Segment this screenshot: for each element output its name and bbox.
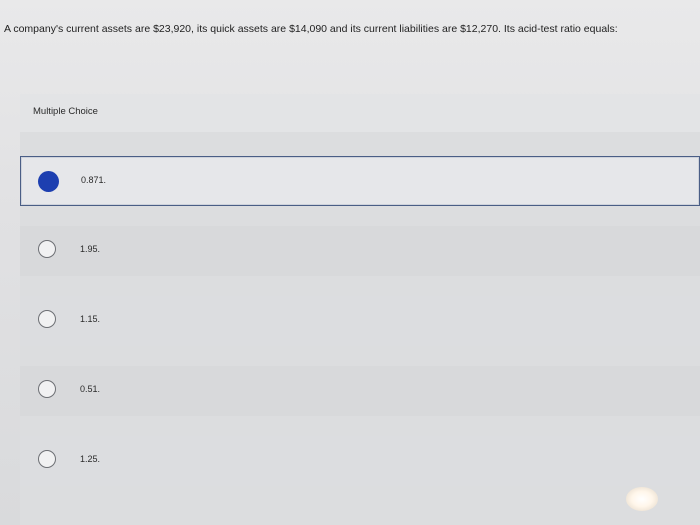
- choice-label: 1.15.: [80, 314, 101, 324]
- multiple-choice-header: Multiple Choice: [20, 94, 700, 132]
- radio-unselected-icon[interactable]: [38, 380, 56, 398]
- choice-option-3[interactable]: 1.15.: [20, 296, 700, 346]
- multiple-choice-label: Multiple Choice: [33, 106, 98, 117]
- choice-label: 1.95.: [80, 244, 101, 254]
- radio-unselected-icon[interactable]: [38, 450, 56, 468]
- choice-label: 0.51.: [80, 384, 101, 394]
- radio-selected-icon[interactable]: [38, 171, 59, 192]
- radio-unselected-icon[interactable]: [38, 240, 56, 258]
- choice-option-4[interactable]: 0.51.: [20, 366, 700, 416]
- choice-label: 1.25.: [80, 454, 101, 464]
- choice-label: 0.871.: [81, 175, 107, 185]
- question-text: A company's current assets are $23,920, …: [4, 23, 618, 35]
- choice-option-2[interactable]: 1.95.: [20, 226, 700, 276]
- radio-unselected-icon[interactable]: [38, 310, 56, 328]
- choice-option-5[interactable]: 1.25.: [20, 436, 700, 486]
- choice-option-1[interactable]: 0.871.: [20, 156, 700, 206]
- multiple-choice-panel: Multiple Choice 0.871. 1.95. 1.15. 0.51.…: [20, 94, 700, 525]
- light-glare: [626, 487, 658, 511]
